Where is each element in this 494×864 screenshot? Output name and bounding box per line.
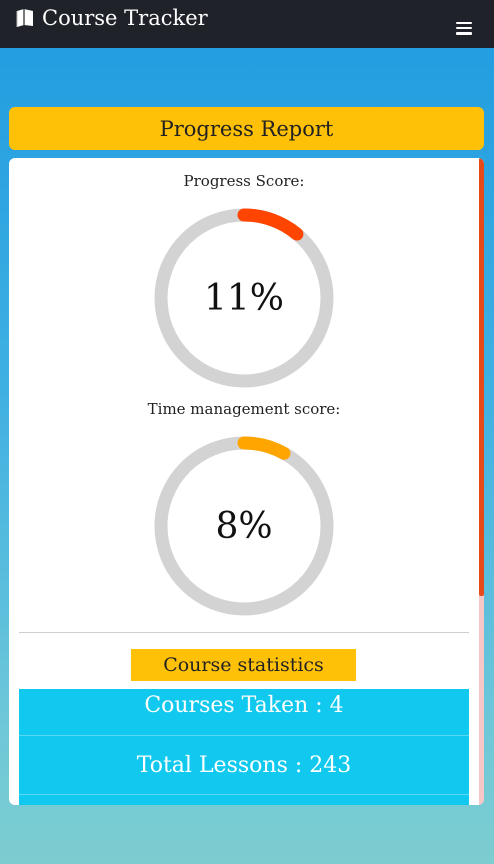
course-statistics-list: Courses Taken : 4 Total Lessons : 243 [19, 689, 469, 805]
report-card: Progress Score: 11% Time management scor… [9, 158, 484, 805]
navbar: Course Tracker [0, 0, 494, 48]
time-management-label: Time management score: [147, 400, 341, 418]
progress-score-value: 11% [203, 277, 284, 319]
scrollbar-thumb[interactable] [479, 158, 484, 596]
scrollbar[interactable] [479, 158, 484, 805]
book-icon [16, 9, 33, 27]
stat-courses-taken: Courses Taken : 4 [19, 689, 469, 736]
app-title: Course Tracker [42, 6, 208, 30]
stat-total-lessons: Total Lessons : 243 [19, 736, 469, 795]
stat-item [19, 795, 469, 805]
divider [19, 632, 469, 633]
brand[interactable]: Course Tracker [14, 6, 208, 30]
course-statistics-title: Course statistics [131, 649, 356, 681]
hamburger-menu-icon[interactable] [456, 21, 472, 35]
time-management-ring: 8% [153, 435, 335, 617]
time-management-value: 8% [215, 505, 273, 547]
progress-score-ring: 11% [153, 207, 335, 389]
progress-score-label: Progress Score: [183, 172, 305, 190]
progress-report-header: Progress Report [9, 107, 484, 150]
